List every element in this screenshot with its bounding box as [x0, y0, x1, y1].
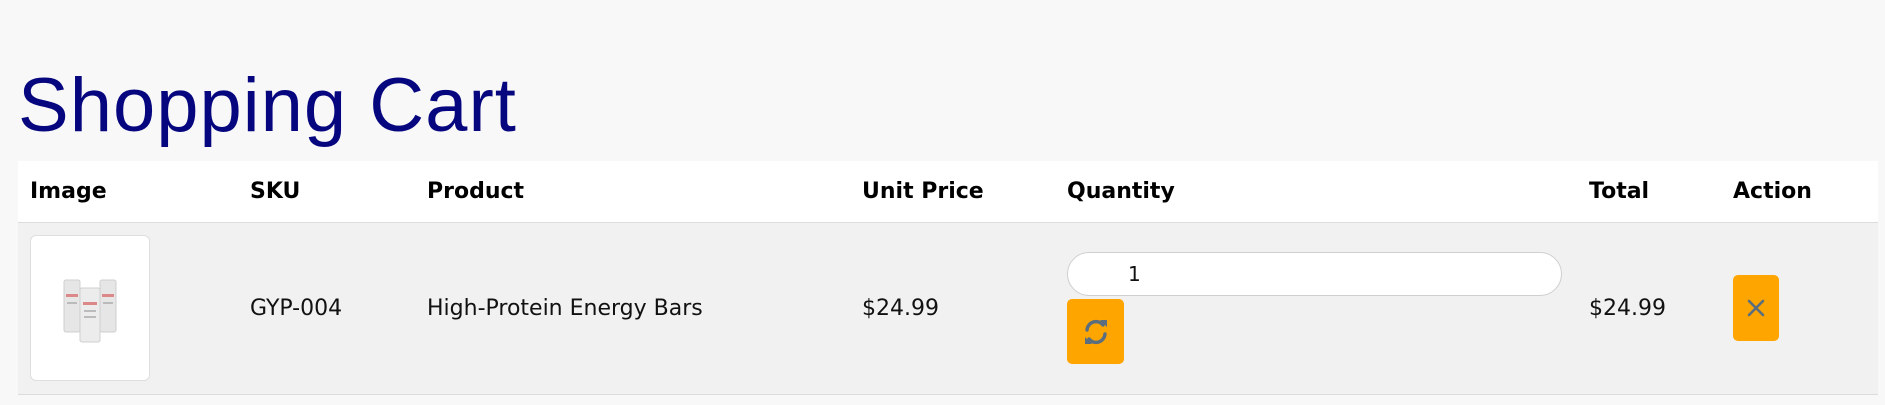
cell-sku: GYP-004	[250, 295, 343, 321]
quantity-input[interactable]	[1067, 252, 1562, 296]
column-header-image: Image	[18, 161, 238, 223]
cell-unit-price: $24.99	[862, 295, 939, 321]
cell-action	[1721, 222, 1878, 394]
product-image-icon	[63, 279, 117, 343]
cart-table: Image SKU Product Unit Price Quantity To…	[18, 161, 1878, 395]
column-header-product: Product	[415, 161, 850, 223]
page-title: Shopping Cart	[18, 63, 517, 148]
cell-image	[18, 222, 238, 394]
product-thumbnail[interactable]	[30, 235, 150, 381]
close-icon	[1747, 299, 1765, 317]
column-header-total: Total	[1577, 161, 1721, 223]
table-header-row: Image SKU Product Unit Price Quantity To…	[18, 161, 1878, 223]
column-header-sku: SKU	[238, 161, 415, 223]
cell-quantity	[1055, 222, 1577, 394]
column-header-action: Action	[1721, 161, 1878, 223]
cell-product: High-Protein Energy Bars	[427, 295, 703, 321]
column-header-quantity: Quantity	[1055, 161, 1577, 223]
table-row: GYP-004 High-Protein Energy Bars $24.99	[18, 222, 1878, 394]
cell-total: $24.99	[1589, 295, 1666, 321]
update-quantity-button[interactable]	[1067, 299, 1124, 364]
refresh-icon	[1084, 319, 1107, 344]
remove-item-button[interactable]	[1733, 275, 1779, 341]
quantity-controls	[1067, 252, 1577, 364]
column-header-unit-price: Unit Price	[850, 161, 1055, 223]
